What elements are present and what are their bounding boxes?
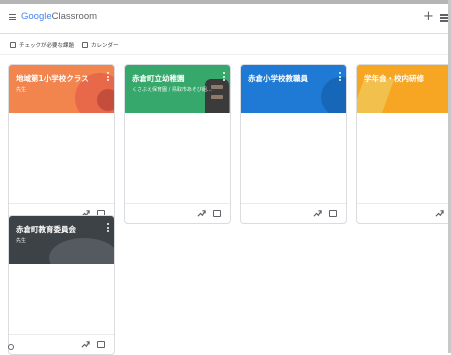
top-app-bar: GoogleClassroom + [0, 4, 448, 34]
class-card[interactable]: 赤倉町立幼稚園 くさぶえ保育園 / 鳥取市あそび組… [124, 64, 231, 224]
todo-icon [10, 42, 16, 48]
calendar-link[interactable]: カレンダー [82, 40, 119, 50]
class-card-footer [125, 203, 230, 223]
plus-icon[interactable]: + [423, 10, 434, 23]
class-card[interactable]: 赤倉町教育委員会 先生 [8, 215, 115, 355]
calendar-icon [82, 42, 88, 48]
class-title[interactable]: 地域第1小学校クラス [16, 73, 89, 84]
calendar-label: カレンダー [91, 43, 119, 49]
trend-icon[interactable] [81, 340, 90, 349]
folder-icon[interactable] [329, 210, 337, 217]
trend-icon[interactable] [197, 209, 206, 218]
class-card-header[interactable]: 赤倉町立幼稚園 くさぶえ保育園 / 鳥取市あそび組… [125, 65, 230, 113]
class-card-header[interactable]: 赤倉小学校教職員 [241, 65, 346, 113]
more-options-icon[interactable] [223, 72, 225, 83]
header-illustration [211, 95, 223, 99]
trend-icon[interactable] [435, 209, 444, 218]
header-illustration [357, 79, 395, 113]
class-title[interactable]: 赤倉小学校教職員 [248, 73, 308, 84]
class-card[interactable]: 赤倉小学校教職員 [240, 64, 347, 224]
class-card-header[interactable]: 赤倉町教育委員会 先生 [9, 216, 114, 264]
class-subtitle: くさぶえ保育園 / 鳥取市あそび組… [132, 87, 212, 93]
class-card[interactable]: 学年会・校内研修 [356, 64, 448, 224]
header-illustration [211, 85, 223, 89]
todo-link[interactable]: チェックが必要な課題 [10, 40, 74, 50]
header-illustration [49, 238, 114, 264]
folder-icon[interactable] [97, 341, 105, 348]
class-subtitle: 先生 [16, 238, 27, 244]
logo-classroom: Classroom [51, 11, 98, 22]
class-subtitle: 先生 [16, 87, 27, 93]
todo-label: チェックが必要な課題 [19, 43, 75, 49]
more-options-icon[interactable] [107, 72, 109, 83]
app-logo[interactable]: GoogleClassroom [21, 11, 97, 22]
more-options-icon[interactable] [339, 72, 341, 83]
class-title[interactable]: 赤倉町教育委員会 [16, 224, 76, 235]
class-title[interactable]: 赤倉町立幼稚園 [132, 73, 185, 84]
menu-icon[interactable] [9, 14, 16, 20]
class-card-header[interactable]: 学年会・校内研修 [357, 65, 448, 113]
header-illustration [97, 89, 114, 111]
class-card-header[interactable]: 地域第1小学校クラス 先生 [9, 65, 114, 113]
class-card-body [9, 264, 114, 334]
class-card-body [9, 113, 114, 203]
class-title[interactable]: 学年会・校内研修 [364, 73, 424, 84]
more-options-icon[interactable] [107, 223, 109, 234]
header-illustration [321, 77, 346, 113]
class-card-footer [357, 203, 448, 223]
class-card-body [357, 113, 448, 203]
folder-icon[interactable] [213, 210, 221, 217]
trend-icon[interactable] [313, 209, 322, 218]
class-card-body [125, 113, 230, 203]
apps-icon[interactable] [440, 14, 448, 22]
class-card-footer [241, 203, 346, 223]
logo-google: Google [21, 11, 52, 22]
class-card[interactable]: 地域第1小学校クラス 先生 [8, 64, 115, 224]
class-card-footer [9, 334, 114, 354]
secondary-toolbar: チェックが必要な課題 カレンダー [0, 35, 448, 55]
class-card-body [241, 113, 346, 203]
help-icon[interactable] [8, 344, 14, 350]
